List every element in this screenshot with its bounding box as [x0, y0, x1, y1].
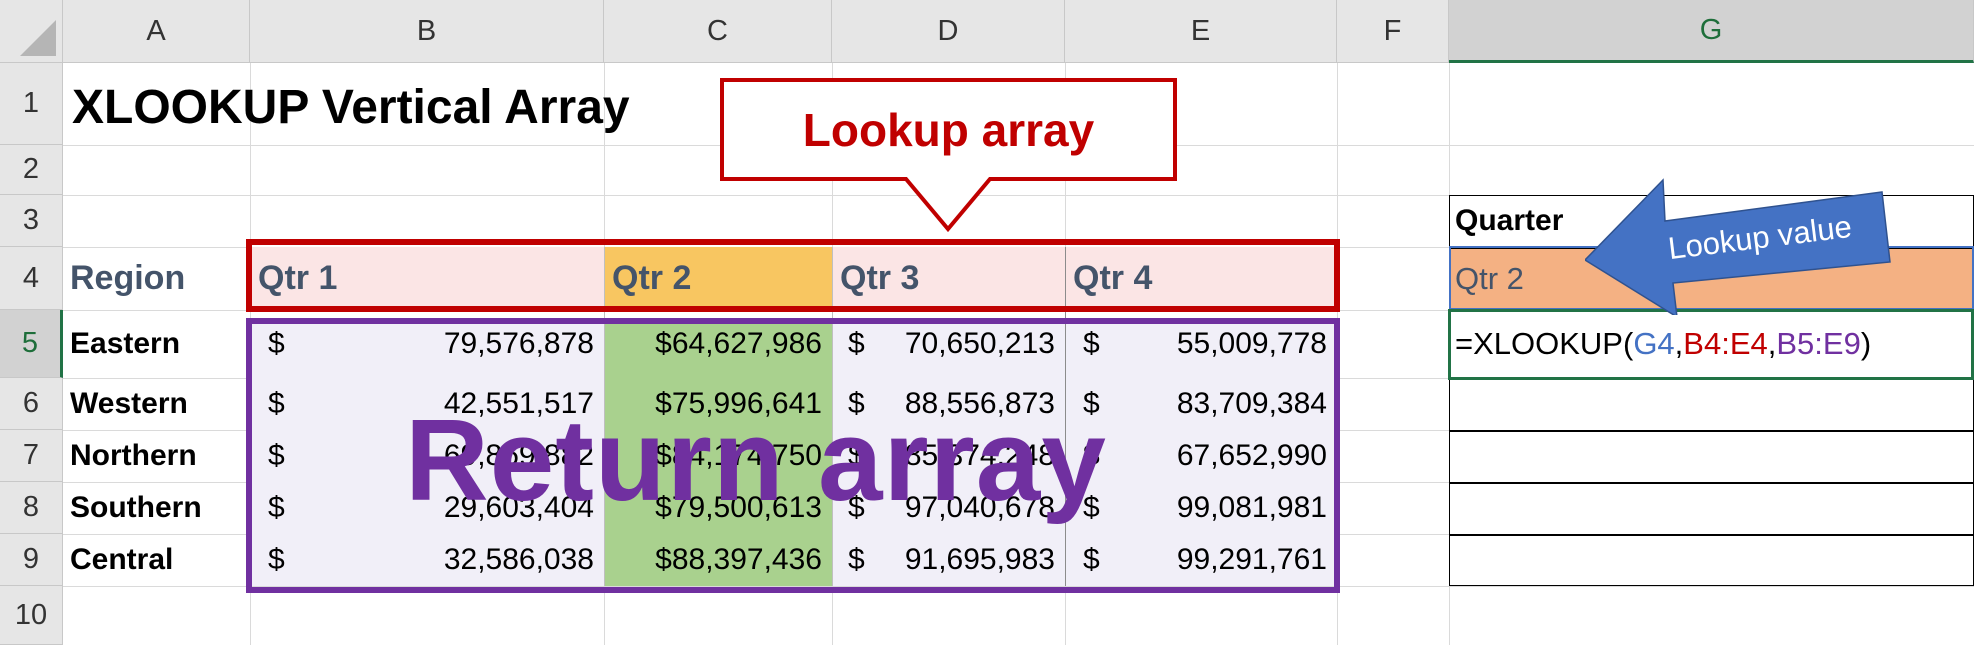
select-all-triangle-icon	[20, 20, 56, 56]
return-array-label[interactable]: Return array	[405, 395, 1107, 525]
row-header-5[interactable]: 5	[0, 310, 63, 378]
lookup-array-callout[interactable]: Lookup array	[722, 80, 1175, 179]
column-header-a[interactable]: A	[63, 0, 250, 63]
row-header-9[interactable]: 9	[0, 534, 63, 586]
row-header-4[interactable]: 4	[0, 247, 63, 310]
region-cell[interactable]: Central	[70, 534, 173, 586]
column-header-e[interactable]: E	[1065, 0, 1337, 63]
border	[1449, 534, 1974, 536]
column-header-b[interactable]: B	[250, 0, 604, 63]
region-cell[interactable]: Eastern	[70, 310, 180, 378]
row-header-10[interactable]: 10	[0, 586, 63, 645]
row-header-2[interactable]: 2	[0, 145, 63, 195]
row-header-1[interactable]: 1	[0, 63, 63, 145]
quarter-label[interactable]: Quarter	[1455, 195, 1563, 247]
region-cell[interactable]: Southern	[70, 482, 202, 534]
row-header-3[interactable]: 3	[0, 195, 63, 247]
column-header-f[interactable]: F	[1337, 0, 1449, 63]
region-cell[interactable]: Northern	[70, 430, 197, 482]
row-header-8[interactable]: 8	[0, 482, 63, 534]
lookup-array-range-box	[246, 239, 1340, 312]
region-header[interactable]: Region	[64, 247, 185, 310]
border	[1449, 430, 1974, 432]
region-cell[interactable]: Western	[70, 378, 188, 430]
select-all-button[interactable]	[0, 0, 63, 63]
column-header-d[interactable]: D	[832, 0, 1065, 63]
spreadsheet-grid: A B C D E F G 1 2 3 4 5 6 7 8 9 10 XLOOK…	[0, 0, 1974, 645]
column-header-g[interactable]: G	[1449, 0, 1974, 63]
border	[1449, 482, 1974, 484]
sheet-title[interactable]: XLOOKUP Vertical Array	[72, 70, 630, 145]
active-cell-selection[interactable]	[1448, 309, 1974, 380]
column-header-c[interactable]: C	[604, 0, 832, 63]
row-header-7[interactable]: 7	[0, 430, 63, 482]
row-header-6[interactable]: 6	[0, 378, 63, 430]
